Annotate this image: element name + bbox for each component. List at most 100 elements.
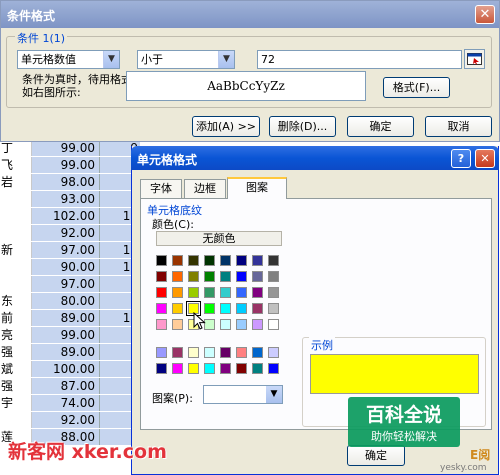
color-swatch[interactable]: [268, 347, 279, 358]
color-swatch[interactable]: [236, 271, 247, 282]
table-row[interactable]: 丁99.009: [0, 140, 140, 156]
color-swatch[interactable]: [172, 287, 183, 298]
color-swatch[interactable]: [172, 363, 183, 374]
color-swatch[interactable]: [252, 319, 263, 330]
color-swatch[interactable]: [252, 255, 263, 266]
table-cell[interactable]: [0, 191, 32, 207]
color-swatch[interactable]: [188, 363, 199, 374]
tab-font[interactable]: 字体: [140, 179, 182, 198]
help-icon[interactable]: ?: [451, 149, 471, 168]
table-row[interactable]: 102.0011: [0, 208, 140, 224]
color-swatch[interactable]: [252, 363, 263, 374]
tab-border[interactable]: 边框: [184, 179, 226, 198]
color-swatch[interactable]: [252, 303, 263, 314]
cell-format-titlebar[interactable]: 单元格格式 ? ✕: [131, 146, 499, 170]
color-swatch[interactable]: [156, 255, 167, 266]
color-swatch[interactable]: [268, 319, 279, 330]
ok-button[interactable]: 确定: [347, 445, 405, 466]
color-swatch[interactable]: [252, 347, 263, 358]
table-row[interactable]: 强87.009: [0, 378, 140, 394]
color-swatch[interactable]: [252, 287, 263, 298]
color-swatch[interactable]: [204, 255, 215, 266]
color-swatch[interactable]: [188, 287, 199, 298]
table-row[interactable]: 92.007: [0, 225, 140, 241]
close-icon[interactable]: ✕: [475, 5, 495, 24]
table-cell[interactable]: 亮: [0, 327, 32, 343]
color-swatch[interactable]: [268, 287, 279, 298]
table-cell[interactable]: [0, 208, 32, 224]
color-swatch[interactable]: [156, 319, 167, 330]
table-cell[interactable]: 强: [0, 378, 32, 394]
table-cell[interactable]: [0, 412, 32, 428]
table-cell[interactable]: 99.00: [32, 140, 100, 156]
color-swatch[interactable]: [204, 363, 215, 374]
add-condition-button[interactable]: 添加(A) >>: [192, 116, 260, 137]
table-row[interactable]: 飞99.009: [0, 157, 140, 173]
color-swatch[interactable]: [236, 363, 247, 374]
table-cell[interactable]: 74.00: [32, 395, 100, 411]
table-cell[interactable]: 80.00: [32, 293, 100, 309]
color-swatch[interactable]: [172, 347, 183, 358]
chevron-down-icon[interactable]: ▼: [218, 51, 234, 68]
chevron-down-icon[interactable]: ▼: [103, 51, 119, 68]
table-cell[interactable]: [0, 276, 32, 292]
color-swatch[interactable]: [156, 347, 167, 358]
table-row[interactable]: 东80.007: [0, 293, 140, 309]
close-icon[interactable]: ✕: [475, 149, 495, 168]
table-row[interactable]: 新97.0010: [0, 242, 140, 258]
condition-operator-select[interactable]: 小于 ▼: [137, 50, 235, 69]
table-cell[interactable]: 90.00: [32, 259, 100, 275]
color-swatch[interactable]: [220, 287, 231, 298]
color-swatch[interactable]: [220, 347, 231, 358]
color-swatch[interactable]: [156, 287, 167, 298]
table-cell[interactable]: 92.00: [32, 225, 100, 241]
table-row[interactable]: 93.009: [0, 191, 140, 207]
tab-patterns[interactable]: 图案: [227, 177, 287, 199]
table-cell[interactable]: [0, 259, 32, 275]
color-swatch[interactable]: [172, 255, 183, 266]
color-swatch[interactable]: [188, 255, 199, 266]
color-swatch[interactable]: [220, 303, 231, 314]
color-swatch[interactable]: [268, 271, 279, 282]
table-cell[interactable]: 前: [0, 310, 32, 326]
delete-condition-button[interactable]: 删除(D)...: [269, 116, 336, 137]
color-swatch[interactable]: [156, 303, 167, 314]
table-row[interactable]: 岩98.009: [0, 174, 140, 190]
table-cell[interactable]: 99.00: [32, 327, 100, 343]
color-swatch[interactable]: [268, 363, 279, 374]
color-swatch[interactable]: [204, 347, 215, 358]
condition-type-select[interactable]: 单元格数值 ▼: [17, 50, 120, 69]
table-cell[interactable]: 宇: [0, 395, 32, 411]
table-row[interactable]: 92.007: [0, 412, 140, 428]
color-swatch[interactable]: [156, 363, 167, 374]
condition-value-input[interactable]: 72: [257, 50, 462, 69]
table-cell[interactable]: 92.00: [32, 412, 100, 428]
cancel-button[interactable]: 取消: [425, 116, 492, 137]
table-row[interactable]: 宇74.009: [0, 395, 140, 411]
table-cell[interactable]: 100.00: [32, 361, 100, 377]
table-row[interactable]: 90.0010: [0, 259, 140, 275]
chevron-down-icon[interactable]: ▼: [266, 386, 282, 403]
collapse-dialog-button[interactable]: [464, 49, 485, 69]
color-swatch[interactable]: [204, 271, 215, 282]
table-cell[interactable]: 97.00: [32, 276, 100, 292]
table-cell[interactable]: 93.00: [32, 191, 100, 207]
table-cell[interactable]: 新: [0, 242, 32, 258]
conditional-format-titlebar[interactable]: 条件格式 ✕: [1, 1, 499, 28]
color-swatch[interactable]: [188, 347, 199, 358]
ok-button[interactable]: 确定: [347, 116, 414, 137]
table-cell[interactable]: 丁: [0, 140, 32, 156]
color-swatch[interactable]: [268, 255, 279, 266]
color-swatch[interactable]: [236, 303, 247, 314]
color-swatch[interactable]: [236, 255, 247, 266]
table-cell[interactable]: [0, 225, 32, 241]
table-cell[interactable]: 102.00: [32, 208, 100, 224]
color-swatch[interactable]: [188, 271, 199, 282]
table-cell[interactable]: 99.00: [32, 157, 100, 173]
color-swatch[interactable]: [220, 363, 231, 374]
no-color-button[interactable]: 无颜色: [156, 231, 282, 246]
table-cell[interactable]: 98.00: [32, 174, 100, 190]
pattern-select[interactable]: ▼: [203, 385, 283, 404]
color-swatch[interactable]: [220, 271, 231, 282]
table-cell[interactable]: 87.00: [32, 378, 100, 394]
